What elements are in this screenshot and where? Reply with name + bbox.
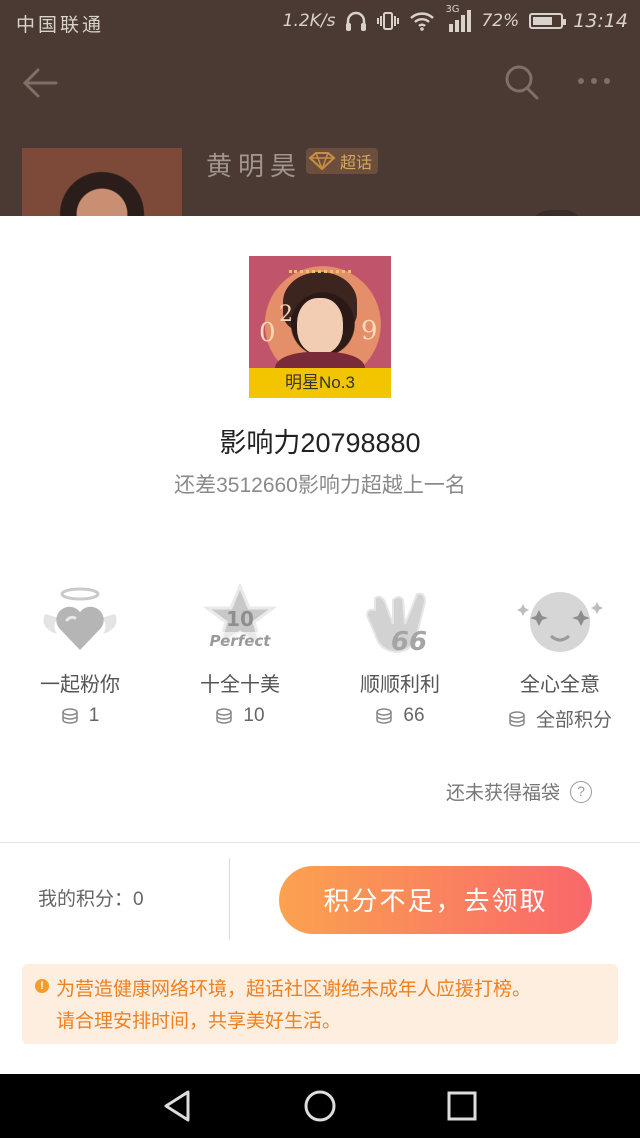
gift-item[interactable]: 10 Perfect 十全十美 10 <box>160 582 320 727</box>
clock: 13:14 <box>573 10 628 32</box>
my-points: 我的积分：0 <box>38 889 144 910</box>
badge-label: 超话 <box>340 153 373 172</box>
gift-cost: 全部积分 <box>535 710 612 731</box>
coin-icon <box>216 708 233 724</box>
claim-points-button[interactable]: 积分不足，去领取 <box>279 866 592 934</box>
star-photo: 0 2 9 明星No.3 <box>249 256 391 398</box>
topic-avatar <box>22 148 182 216</box>
back-triangle-icon[interactable] <box>160 1088 196 1124</box>
gift-item[interactable]: 一起粉你 1 <box>0 584 160 727</box>
influence-value: 影响力20798880 <box>219 428 421 458</box>
topic-title: 黄明昊 <box>206 152 303 182</box>
vibrate-icon <box>377 12 400 30</box>
lucky-bag-status[interactable]: 还未获得福袋 ? <box>446 778 592 805</box>
lucky-bag-text: 还未获得福袋 <box>445 783 560 804</box>
gift-item[interactable]: 66 顺顺利利 66 <box>320 584 480 727</box>
warning-icon: ! <box>35 979 49 993</box>
cell-signal-icon: 3G <box>445 4 472 32</box>
super-topic-badge: 超话 <box>306 148 379 174</box>
notice-line-2: 请合理安排时间，共享美好生活。 <box>56 1011 342 1032</box>
minor-notice: ! 为营造健康网络环境，超话社区谢绝未成年人应援打榜。 请合理安排时间，共享美好… <box>22 964 618 1044</box>
battery-percent: 72% <box>481 11 520 31</box>
help-icon[interactable]: ? <box>570 780 592 803</box>
battery-icon <box>529 13 567 29</box>
gift-name: 十全十美 <box>200 674 280 696</box>
vertical-divider <box>229 858 230 940</box>
dimmed-background-page: 中国联通 1.2K/s 3G 72% 13:14 黄明昊 超话 <box>0 0 640 216</box>
status-bar: 中国联通 1.2K/s 3G 72% 13:14 <box>0 0 640 44</box>
headphones-icon <box>346 11 367 31</box>
gift-options: 一起粉你 1 10 Perfect 十全十美 10 66 顺顺利利 66 全心全… <box>0 582 640 731</box>
recents-square-icon[interactable] <box>444 1088 480 1124</box>
net-speed: 1.2K/s <box>282 11 336 31</box>
back-arrow-icon[interactable] <box>20 62 62 104</box>
gift-cost: 66 <box>403 705 425 726</box>
coin-icon <box>376 708 393 724</box>
influence-gap: 还差3512660影响力超越上一名 <box>174 474 466 497</box>
svg-text:66: 66 <box>391 627 427 657</box>
top-nav <box>0 56 640 112</box>
search-icon[interactable] <box>502 62 542 104</box>
divider <box>0 842 640 843</box>
gift-name: 顺顺利利 <box>360 674 440 696</box>
rank-ribbon: 明星No.3 <box>249 368 391 398</box>
wifi-icon <box>410 12 435 31</box>
notice-line-1: 为营造健康网络环境，超话社区谢绝未成年人应援打榜。 <box>56 979 532 1000</box>
coin-icon <box>509 710 525 727</box>
svg-text:Perfect: Perfect <box>210 632 272 650</box>
perfect-star-icon: 10 Perfect <box>202 582 278 650</box>
more-icon[interactable] <box>578 78 610 84</box>
svg-text:10: 10 <box>226 607 254 631</box>
heart-wings-icon <box>43 587 117 650</box>
support-rank-sheet: 0 2 9 明星No.3 影响力20798880 还差3512660影响力超越上… <box>0 216 640 1074</box>
gift-name: 全心全意 <box>520 674 600 696</box>
system-nav-bar <box>0 1074 640 1138</box>
gift-name: 一起粉你 <box>40 674 120 696</box>
home-circle-icon[interactable] <box>302 1088 338 1124</box>
diamond-icon <box>308 152 336 170</box>
carrier-label: 中国联通 <box>16 14 105 36</box>
hand-66-icon: 66 <box>365 592 427 657</box>
gift-item[interactable]: 全心全意 全部积分 <box>480 584 640 732</box>
gift-cost: 1 <box>88 705 100 726</box>
gift-cost: 10 <box>243 705 265 726</box>
coin-icon <box>61 708 78 724</box>
sparkle-face-icon <box>517 592 603 652</box>
